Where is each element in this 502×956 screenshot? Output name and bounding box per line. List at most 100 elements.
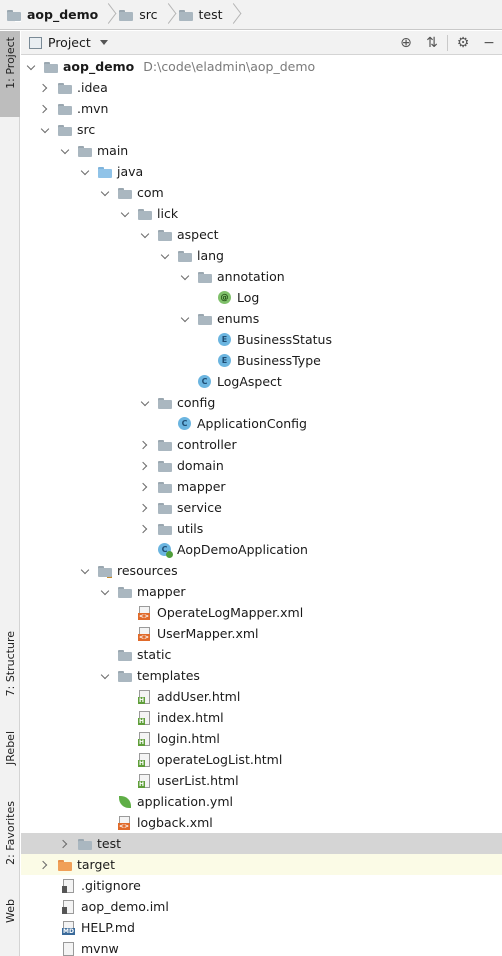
- expand-arrow-icon[interactable]: [41, 83, 51, 93]
- tree-item-mapper-package[interactable]: mapper: [21, 476, 502, 497]
- tree-item-user-mapper-xml[interactable]: <> UserMapper.xml: [21, 623, 502, 644]
- expand-arrow-icon[interactable]: [141, 440, 151, 450]
- tree-item-gitignore[interactable]: .gitignore: [21, 875, 502, 896]
- tree-item-label: BusinessStatus: [237, 332, 332, 347]
- expand-arrow-icon[interactable]: [101, 671, 111, 681]
- tree-item-mvn[interactable]: .mvn: [21, 98, 502, 119]
- expand-arrow-icon[interactable]: [141, 482, 151, 492]
- settings-icon[interactable]: ⚙: [450, 31, 476, 55]
- expand-arrow-icon[interactable]: [181, 272, 191, 282]
- tree-item-controller[interactable]: controller: [21, 434, 502, 455]
- expand-arrow-icon[interactable]: [81, 167, 91, 177]
- tree-item-operate-log-list-html[interactable]: H operateLogList.html: [21, 749, 502, 770]
- tree-item-add-user-html[interactable]: H addUser.html: [21, 686, 502, 707]
- package-icon: [177, 248, 193, 264]
- tree-item-application-yml[interactable]: application.yml: [21, 791, 502, 812]
- expand-arrow-icon[interactable]: [141, 398, 151, 408]
- tree-item-lang[interactable]: lang: [21, 245, 502, 266]
- tree-item-resources[interactable]: resources: [21, 560, 502, 581]
- tree-item-src[interactable]: src: [21, 119, 502, 140]
- tree-item-idea[interactable]: .idea: [21, 77, 502, 98]
- expand-arrow-icon[interactable]: [61, 146, 71, 156]
- expand-arrow-icon[interactable]: [101, 587, 111, 597]
- tree-item-logback-xml[interactable]: <> logback.xml: [21, 812, 502, 833]
- expand-arrow-icon[interactable]: [41, 860, 51, 870]
- hide-icon[interactable]: −: [476, 31, 502, 55]
- breadcrumb-item-aop-demo[interactable]: aop_demo: [6, 0, 102, 30]
- expand-arrow-icon[interactable]: [141, 461, 151, 471]
- tree-item-operate-log-mapper-xml[interactable]: <> OperateLogMapper.xml: [21, 602, 502, 623]
- tree-item-com[interactable]: com: [21, 182, 502, 203]
- tab-structure[interactable]: 7: Structure: [0, 629, 20, 711]
- tab-favorites[interactable]: 2: Favorites: [0, 801, 20, 881]
- tree-item-log[interactable]: @ Log: [21, 287, 502, 308]
- expand-arrow-icon[interactable]: [61, 839, 71, 849]
- locate-icon[interactable]: ⊕: [393, 31, 419, 55]
- expand-arrow-icon[interactable]: [41, 125, 51, 135]
- tree-item-static[interactable]: static: [21, 644, 502, 665]
- breadcrumb-item-test[interactable]: test: [178, 0, 227, 30]
- expand-arrow-icon[interactable]: [81, 566, 91, 576]
- tab-web[interactable]: Web: [0, 899, 20, 939]
- collapse-all-icon[interactable]: ⇅: [419, 31, 445, 55]
- tree-item-main[interactable]: main: [21, 140, 502, 161]
- chevron-down-icon[interactable]: [99, 40, 108, 45]
- tree-item-help-md[interactable]: MD HELP.md: [21, 917, 502, 938]
- tree-item-config[interactable]: config: [21, 392, 502, 413]
- expand-arrow-icon[interactable]: [161, 251, 171, 261]
- html-file-icon: H: [137, 689, 153, 705]
- expand-arrow-icon[interactable]: [27, 62, 37, 72]
- tree-item-annotation[interactable]: annotation: [21, 266, 502, 287]
- tree-item-label: lang: [197, 248, 224, 263]
- tree-item-aop-demo-application[interactable]: C AopDemoApplication: [21, 539, 502, 560]
- expand-arrow-icon[interactable]: [181, 314, 191, 324]
- project-view-icon: [29, 36, 42, 49]
- tab-jrebel[interactable]: JRebel: [0, 731, 20, 791]
- tree-item-label: mvnw: [81, 941, 119, 956]
- tree-item-index-html[interactable]: H index.html: [21, 707, 502, 728]
- package-icon: [157, 458, 173, 474]
- package-icon: [157, 521, 173, 537]
- tab-project[interactable]: 1: Project: [0, 31, 20, 117]
- tree-item-templates[interactable]: templates: [21, 665, 502, 686]
- tree-item-user-list-html[interactable]: H userList.html: [21, 770, 502, 791]
- expand-arrow-icon[interactable]: [41, 104, 51, 114]
- project-panel-title[interactable]: Project: [48, 35, 91, 50]
- breadcrumb-separator: [162, 0, 172, 30]
- tree-item-mvnw[interactable]: mvnw: [21, 938, 502, 956]
- xml-file-icon: <>: [137, 626, 153, 642]
- tree-item-aspect[interactable]: aspect: [21, 224, 502, 245]
- expand-arrow-icon[interactable]: [101, 188, 111, 198]
- tree-item-business-status[interactable]: E BusinessStatus: [21, 329, 502, 350]
- expand-arrow-icon[interactable]: [141, 230, 151, 240]
- module-folder-icon: [6, 7, 22, 23]
- tree-item-aop-demo[interactable]: aop_demo D:\code\eladmin\aop_demo: [21, 56, 502, 77]
- folder-icon: [117, 647, 133, 663]
- class-icon: C: [177, 416, 193, 432]
- breadcrumb-item-src[interactable]: src: [118, 0, 161, 30]
- breadcrumb-separator: [227, 0, 237, 30]
- tree-item-lick[interactable]: lick: [21, 203, 502, 224]
- module-folder-icon: [43, 59, 59, 75]
- tree-item-target[interactable]: target: [21, 854, 502, 875]
- tree-item-enums[interactable]: enums: [21, 308, 502, 329]
- tree-item-log-aspect[interactable]: C LogAspect: [21, 371, 502, 392]
- tree-item-login-html[interactable]: H login.html: [21, 728, 502, 749]
- expand-arrow-icon[interactable]: [121, 209, 131, 219]
- tree-item-label: com: [137, 185, 164, 200]
- text-file-icon: [61, 878, 77, 894]
- tree-item-aop-demo-iml[interactable]: aop_demo.iml: [21, 896, 502, 917]
- expand-arrow-icon[interactable]: [141, 524, 151, 534]
- package-icon: [157, 479, 173, 495]
- tree-item-label: addUser.html: [157, 689, 241, 704]
- tree-item-service[interactable]: service: [21, 497, 502, 518]
- tree-item-application-config[interactable]: C ApplicationConfig: [21, 413, 502, 434]
- tree-item-business-type[interactable]: E BusinessType: [21, 350, 502, 371]
- tree-item-utils[interactable]: utils: [21, 518, 502, 539]
- tree-item-mapper-resources[interactable]: mapper: [21, 581, 502, 602]
- tree-item-test[interactable]: test: [21, 833, 502, 854]
- expand-arrow-icon[interactable]: [141, 503, 151, 513]
- tree-item-label: static: [137, 647, 172, 662]
- tree-item-java[interactable]: java: [21, 161, 502, 182]
- tree-item-domain[interactable]: domain: [21, 455, 502, 476]
